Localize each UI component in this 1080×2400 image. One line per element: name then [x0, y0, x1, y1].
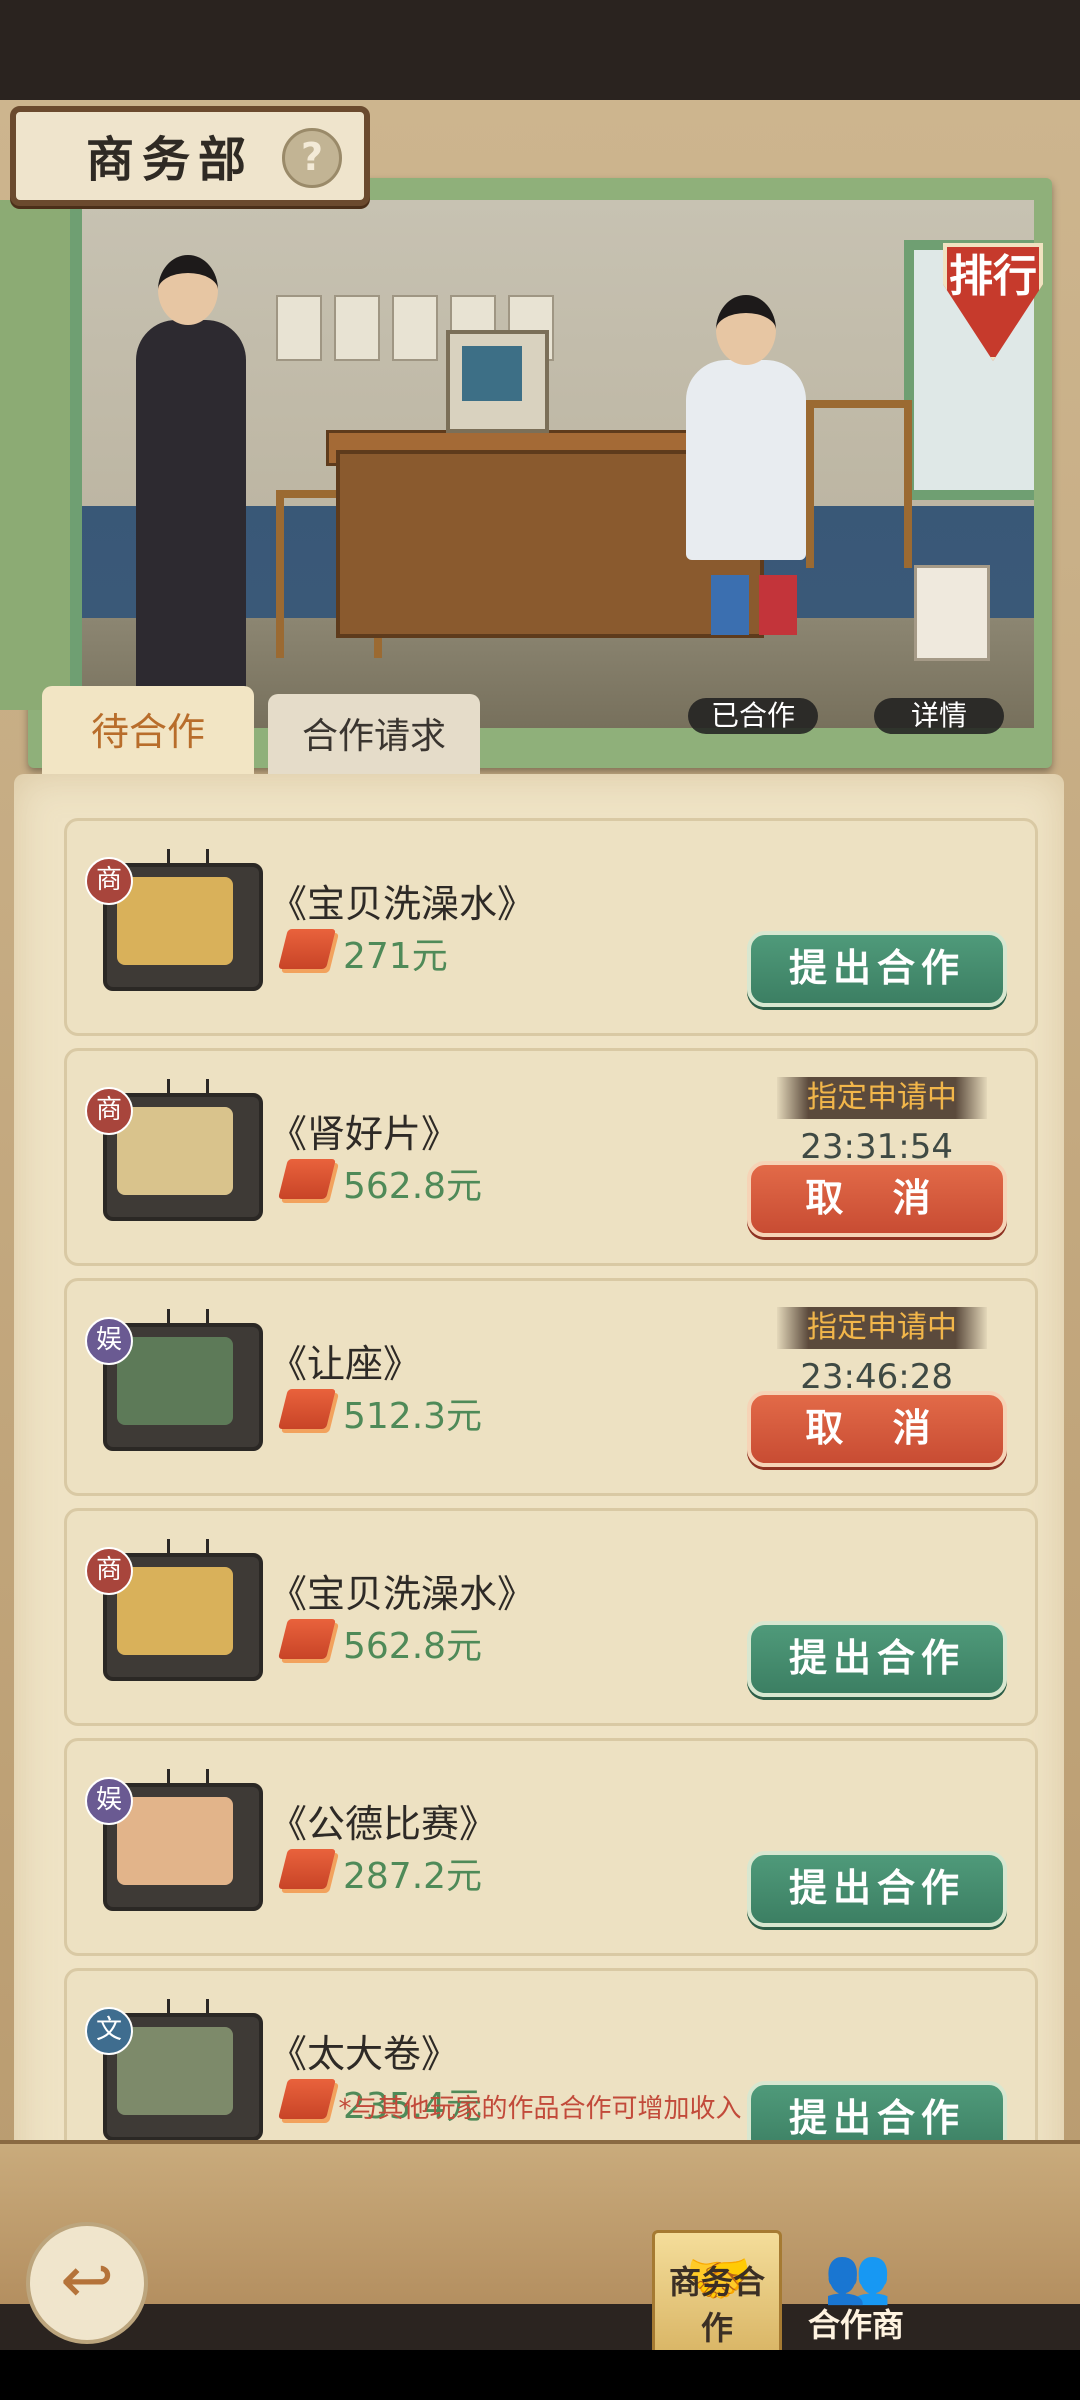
scene-man-on-phone: [136, 320, 246, 720]
work-title: 《让座》: [269, 1342, 422, 1386]
status-badge: 指定申请中: [777, 1077, 987, 1119]
status-bar: [0, 0, 1080, 100]
cooperated-button[interactable]: 已合作: [688, 698, 818, 734]
cancel-button[interactable]: 取 消: [747, 1391, 1007, 1467]
list-item: 商 《宝贝洗澡水》 562.8元 提出合作: [64, 1508, 1038, 1726]
money-stack-icon: [278, 929, 336, 969]
work-price: 287.2元: [343, 1856, 483, 1897]
scene-woman-head: [716, 295, 776, 365]
scene-woman-on-phone: [686, 360, 806, 560]
work-title: 《肾好片》: [269, 1112, 460, 1156]
nav-partners-label: 合作商: [807, 2306, 904, 2344]
list-item: 娱 《让座》 512.3元 指定申请中 23:46:28 取 消: [64, 1278, 1038, 1496]
category-badge: 商: [85, 1547, 133, 1595]
propose-cooperation-button[interactable]: 提出合作: [747, 1621, 1007, 1697]
card-list-panel: 商 《宝贝洗澡水》 271元 提出合作 商 《肾好片》 562.8元 指定申请中…: [14, 774, 1064, 2274]
category-badge: 娱: [85, 1317, 133, 1365]
office-scene-frame: 已合作 详情 排行: [28, 178, 1052, 768]
work-title: 《宝贝洗澡水》: [269, 1572, 536, 1616]
money-stack-icon: [278, 1389, 336, 1429]
tab-pending[interactable]: 待合作: [42, 686, 254, 782]
money-stack-icon: [278, 1159, 336, 1199]
scene-computer: [446, 330, 549, 433]
propose-cooperation-button[interactable]: 提出合作: [747, 1851, 1007, 1927]
work-title: 《宝贝洗澡水》: [269, 882, 536, 926]
cooperation-flags[interactable]: [711, 575, 811, 655]
money-stack-icon: [278, 1619, 336, 1659]
work-price: 512.3元: [343, 1396, 483, 1437]
propose-cooperation-button[interactable]: 提出合作: [747, 931, 1007, 1007]
nav-partners[interactable]: 👥 合作商: [794, 2230, 918, 2352]
category-badge: 商: [85, 1087, 133, 1135]
details-book-icon[interactable]: [914, 565, 990, 661]
income-hint: *与其他玩家的作品合作可增加收入: [338, 2094, 742, 2124]
partners-icon: 👥: [824, 2244, 892, 2307]
details-button[interactable]: 详情: [874, 698, 1004, 734]
work-price: 271元: [343, 936, 448, 977]
list-item: 商 《肾好片》 562.8元 指定申请中 23:31:54 取 消: [64, 1048, 1038, 1266]
category-badge: 商: [85, 857, 133, 905]
category-badge: 娱: [85, 1777, 133, 1825]
nav-business-label: 商务合作: [668, 2263, 765, 2347]
scene-man-head: [158, 255, 218, 325]
left-window-frame: [0, 200, 82, 710]
scene-chair-right: [806, 400, 912, 568]
bottom-nav-bar: [0, 2140, 1080, 2304]
back-arrow-icon[interactable]: ↩: [26, 2222, 148, 2344]
work-title: 《太大卷》: [269, 2032, 460, 2076]
category-badge: 文: [85, 2007, 133, 2055]
blue-flag-icon: [711, 575, 749, 635]
help-icon[interactable]: ?: [282, 128, 342, 188]
red-flag-icon: [759, 575, 797, 635]
nav-business-cooperation[interactable]: 🤝 商务合作: [652, 2230, 782, 2358]
work-price: 562.8元: [343, 1166, 483, 1207]
status-badge: 指定申请中: [777, 1307, 987, 1349]
page-title: 商务部: [86, 132, 255, 188]
list-item: 商 《宝贝洗澡水》 271元 提出合作: [64, 818, 1038, 1036]
system-nav-bar: [0, 2350, 1080, 2400]
office-scene: [46, 200, 1034, 728]
work-price: 562.8元: [343, 1626, 483, 1667]
page-title-plate: 商务部 ?: [10, 106, 370, 206]
game-screen: 已合作 详情 排行 商务部 ? 待合作 合作请求 商 《宝贝洗澡水》 271元 …: [0, 100, 1080, 2300]
list-item: 娱 《公德比赛》 287.2元 提出合作: [64, 1738, 1038, 1956]
money-stack-icon: [278, 1849, 336, 1889]
cancel-button[interactable]: 取 消: [747, 1161, 1007, 1237]
work-title: 《公德比赛》: [269, 1802, 498, 1846]
tab-requests[interactable]: 合作请求: [268, 694, 480, 780]
